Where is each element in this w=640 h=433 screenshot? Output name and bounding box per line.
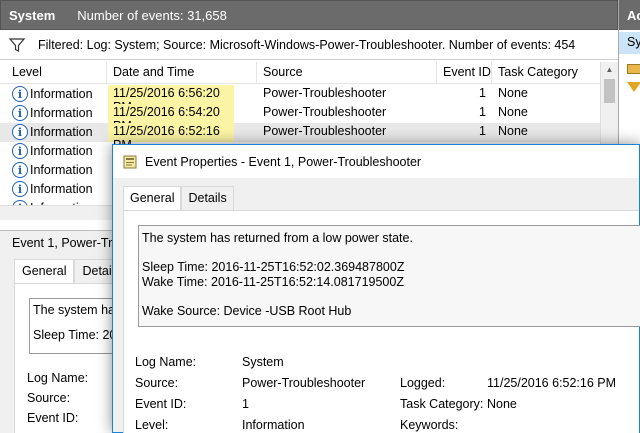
level-cell: iInformation xyxy=(12,143,93,159)
events-grid-header: Level Date and Time Source Event ID Task… xyxy=(0,62,600,84)
level-cell: iInformation xyxy=(12,162,93,178)
tab-general[interactable]: General xyxy=(123,186,182,211)
column-header-event-id[interactable]: Event ID xyxy=(443,65,491,79)
actions-selected-item[interactable]: Sy xyxy=(619,32,640,54)
level-cell: iInformation xyxy=(12,181,93,197)
scroll-up-icon[interactable]: ▲ xyxy=(601,62,618,78)
tab-general[interactable]: General xyxy=(14,259,75,283)
dialog-title: Event Properties - Event 1, Power-Troubl… xyxy=(145,154,422,169)
logged-label: Logged: xyxy=(400,376,446,390)
table-row-selected[interactable]: iInformation 11/25/2016 6:52:16 PM Power… xyxy=(0,123,600,152)
event-id-cell: 1 xyxy=(479,105,486,119)
column-divider[interactable] xyxy=(256,62,257,84)
log-name-label: Log Name: xyxy=(135,355,197,369)
level-text: Information xyxy=(30,106,93,120)
date-time-cell: 11/25/2016 6:54:20 PM xyxy=(108,104,234,133)
event-id-value[interactable]: 1 xyxy=(242,397,249,411)
event-fields: Log Name: System Source: Power-Troublesh… xyxy=(124,211,640,433)
column-header-level[interactable]: Level xyxy=(12,65,42,79)
level-text: Information xyxy=(30,163,93,177)
task-category-cell: None xyxy=(498,105,528,119)
level-text: Information xyxy=(30,144,93,158)
preview-title: Event 1, Power-Tro xyxy=(12,236,120,250)
filter-bar: Filtered: Log: System; Source: Microsoft… xyxy=(0,30,618,60)
source-cell: Power-Troubleshooter xyxy=(263,124,387,138)
scrollbar-thumb[interactable] xyxy=(604,79,615,103)
level-cell: iInformation xyxy=(12,86,93,102)
dialog-title-bar[interactable]: Event Properties - Event 1, Power-Troubl… xyxy=(113,145,639,178)
logged-value[interactable]: 11/25/2016 6:52:16 PM xyxy=(487,376,616,390)
column-header-date-time[interactable]: Date and Time xyxy=(113,65,194,79)
table-row[interactable]: iInformation 11/25/2016 6:54:20 PM Power… xyxy=(0,104,600,133)
information-icon: i xyxy=(12,162,28,178)
dialog-tabs: General Details xyxy=(123,186,234,211)
column-divider[interactable] xyxy=(491,62,492,84)
actions-header: Ac xyxy=(619,0,640,30)
preview-field-labels: Log Name: Source: Event ID: xyxy=(27,368,88,428)
task-category-label: Task Category: xyxy=(400,397,484,411)
task-category-cell: None xyxy=(498,86,528,100)
log-name-label: Log Name: xyxy=(27,371,89,385)
level-value[interactable]: Information xyxy=(242,418,305,432)
source-cell: Power-Troubleshooter xyxy=(263,86,387,100)
information-icon: i xyxy=(12,143,28,159)
information-icon: i xyxy=(12,181,28,197)
log-name-value[interactable]: System xyxy=(242,355,284,369)
level-text: Information xyxy=(30,125,93,139)
information-icon: i xyxy=(12,86,28,102)
column-divider[interactable] xyxy=(436,62,437,84)
source-value[interactable]: Power-Troubleshooter xyxy=(242,376,365,390)
column-divider[interactable] xyxy=(106,62,107,84)
filter-text: Filtered: Log: System; Source: Microsoft… xyxy=(38,37,576,52)
event-id-label: Event ID: xyxy=(135,397,187,411)
table-row[interactable]: iInformation 11/25/2016 6:56:20 PM Power… xyxy=(0,85,600,114)
column-header-source[interactable]: Source xyxy=(263,65,303,79)
event-id-label: Event ID: xyxy=(27,411,79,425)
event-properties-icon xyxy=(123,155,137,168)
information-icon: i xyxy=(12,105,28,121)
level-label: Level: xyxy=(135,418,169,432)
folder-icon[interactable] xyxy=(627,64,640,74)
funnel-icon xyxy=(8,37,26,52)
level-text: Information xyxy=(30,182,93,196)
column-header-task-category[interactable]: Task Category xyxy=(498,65,578,79)
event-count: Number of events: 31,658 xyxy=(77,7,227,23)
source-cell: Power-Troubleshooter xyxy=(263,105,387,119)
log-header-bar: System Number of events: 31,658 xyxy=(0,0,618,30)
level-cell: iInformation xyxy=(12,124,93,140)
event-id-cell: 1 xyxy=(479,124,486,138)
log-title: System xyxy=(9,7,56,23)
information-icon: i xyxy=(12,124,28,140)
date-time-cell: 11/25/2016 6:56:20 PM xyxy=(108,85,234,114)
tab-details[interactable]: Details xyxy=(181,186,234,210)
task-category-cell: None xyxy=(498,124,528,138)
source-label: Source: xyxy=(27,391,71,405)
level-cell: iInformation xyxy=(12,105,93,121)
level-text: Information xyxy=(30,87,93,101)
keywords-label: Keywords: xyxy=(400,418,459,432)
date-time-cell: 11/25/2016 6:52:16 PM xyxy=(108,123,234,152)
task-category-value[interactable]: None xyxy=(487,397,517,411)
event-id-cell: 1 xyxy=(479,86,486,100)
source-label: Source: xyxy=(135,376,179,390)
event-properties-dialog: Event Properties - Event 1, Power-Troubl… xyxy=(112,144,640,433)
funnel-icon[interactable] xyxy=(627,82,640,92)
general-panel: The system has returned from a low power… xyxy=(123,210,640,433)
